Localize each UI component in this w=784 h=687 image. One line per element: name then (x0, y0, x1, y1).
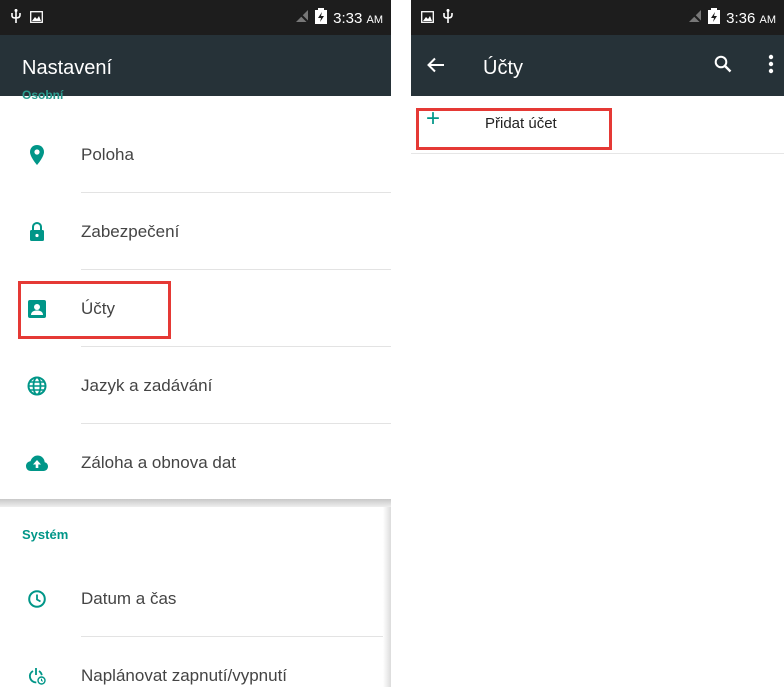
battery-charging-icon (315, 8, 328, 29)
overflow-menu-icon[interactable] (768, 54, 774, 79)
no-signal-icon (688, 9, 702, 28)
usb-icon (10, 9, 22, 28)
settings-item-label: Naplánovat zapnutí/vypnutí (81, 665, 288, 685)
clock: 3:33 AM (333, 10, 383, 27)
settings-item-label: Zabezpečení (81, 221, 180, 241)
clock-icon (26, 560, 48, 637)
power-schedule-icon (26, 637, 48, 687)
section-header-personal: Osobní (22, 88, 64, 102)
lock-icon (26, 193, 48, 270)
status-bar: 3:36 AM (411, 0, 784, 35)
settings-item-location[interactable]: Poloha (0, 116, 391, 193)
page-title: Nastavení (22, 57, 113, 79)
settings-item-date-time[interactable]: Datum a čas (0, 560, 391, 637)
settings-item-backup[interactable]: Záloha a obnova dat (0, 424, 391, 501)
scroll-edge-shadow (383, 507, 391, 687)
section-header-system: Systém (22, 527, 69, 542)
settings-item-language[interactable]: Jazyk a zadávání (0, 347, 391, 424)
highlight-accounts (18, 281, 171, 339)
highlight-add-account (416, 108, 612, 150)
settings-item-label: Datum a čas (81, 588, 177, 608)
cloud-upload-icon (26, 424, 48, 501)
settings-item-security[interactable]: Zabezpečení (0, 193, 391, 270)
globe-icon (26, 347, 48, 424)
section-separator (0, 499, 391, 507)
settings-item-label: Záloha a obnova dat (81, 452, 237, 472)
location-icon (26, 116, 48, 193)
app-bar: Účty (411, 35, 784, 96)
no-signal-icon (295, 9, 309, 28)
settings-screen: 3:33 AM Nastavení Osobní Poloha Zabezpeč… (0, 0, 391, 687)
settings-item-scheduled-power[interactable]: Naplánovat zapnutí/vypnutí (0, 637, 391, 687)
accounts-screen: 3:36 AM Účty + Přidat účet (411, 0, 784, 687)
search-icon[interactable] (714, 55, 732, 78)
settings-item-label: Jazyk a zadávání (81, 375, 213, 395)
page-title: Účty (483, 57, 523, 79)
image-notification-icon (421, 10, 434, 28)
status-bar: 3:33 AM (0, 0, 391, 35)
image-notification-icon (30, 10, 43, 28)
battery-charging-icon (708, 8, 721, 29)
usb-icon (442, 9, 454, 28)
settings-item-label: Poloha (81, 144, 134, 164)
back-arrow-icon[interactable] (427, 56, 445, 79)
clock: 3:36 AM (726, 10, 776, 27)
app-bar: Nastavení (0, 35, 391, 96)
